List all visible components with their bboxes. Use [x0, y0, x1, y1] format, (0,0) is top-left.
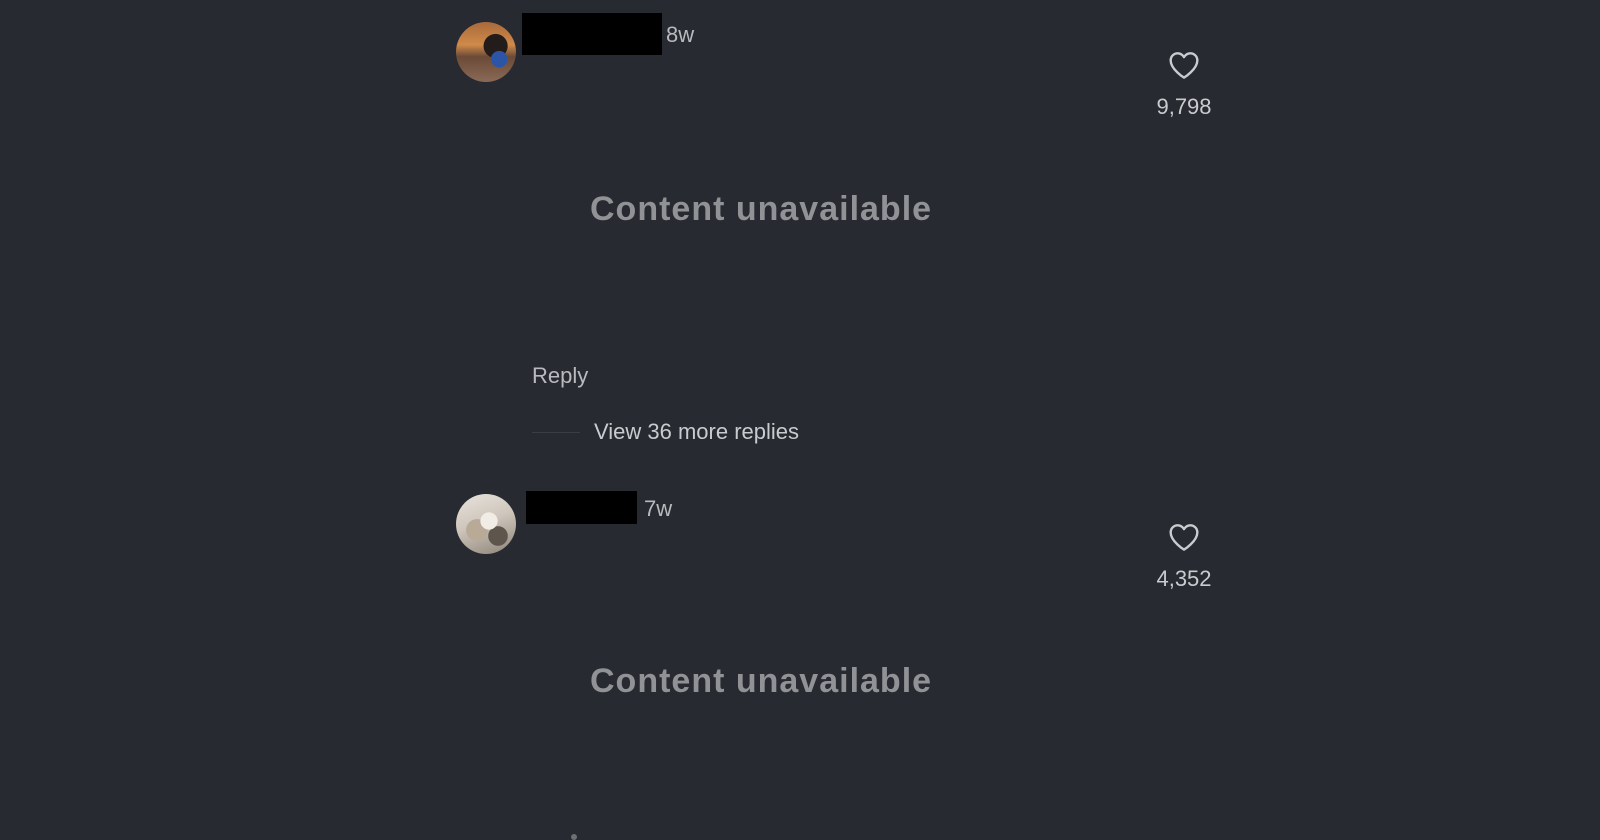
- like-button[interactable]: 4,352: [1152, 522, 1216, 592]
- like-count: 4,352: [1156, 566, 1212, 591]
- reply-button[interactable]: Reply: [532, 363, 588, 389]
- comment-timestamp: 7w: [644, 496, 673, 521]
- thread-line: [532, 431, 580, 433]
- avatar[interactable]: [456, 22, 516, 82]
- heart-outline-icon: [1169, 52, 1199, 79]
- view-more-replies-label: View 36 more replies: [594, 419, 800, 444]
- like-count: 9,798: [1156, 94, 1212, 119]
- redacted-username: [522, 13, 662, 55]
- partial-reply-indicator: [571, 834, 577, 840]
- comment-content: Content unavailable: [590, 190, 933, 228]
- redacted-username: [526, 491, 637, 524]
- comment-content: Content unavailable: [590, 662, 933, 700]
- heart-outline-icon: [1169, 524, 1199, 551]
- like-button[interactable]: 9,798: [1152, 50, 1216, 120]
- avatar[interactable]: [456, 494, 516, 554]
- view-more-replies-button[interactable]: View 36 more replies: [532, 419, 799, 445]
- comment-timestamp: 8w: [666, 22, 695, 47]
